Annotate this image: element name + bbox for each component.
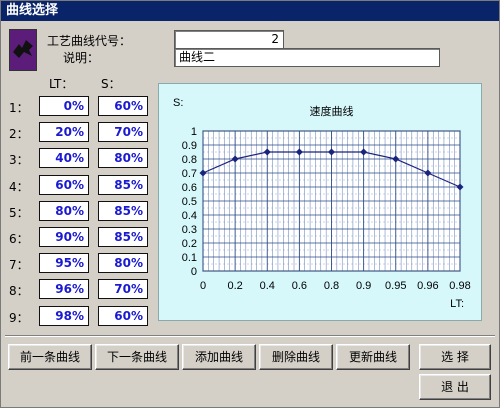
lt-value-field[interactable]: 96% — [39, 279, 89, 300]
row-index: 4： — [9, 179, 29, 194]
s-value-field[interactable]: 85% — [98, 227, 148, 247]
s-value-field[interactable]: 60% — [98, 305, 148, 326]
title-bar: 曲线选择 — [1, 1, 499, 21]
curve-code-label: 工艺曲线代号： — [47, 34, 132, 48]
y-tick-label: 0.6 — [182, 182, 197, 194]
lt-value-field[interactable]: 95% — [39, 253, 89, 274]
x-tick-label: 0.98 — [449, 280, 470, 292]
x-tick-label: 0.2 — [227, 280, 242, 292]
chart-svg: 0 0.1 0.2 0.3 0.4 0.5 0.6 0.7 0.8 0.9 1 0 0.2 0.4 0.6 0… — [173, 97, 471, 310]
x-tick-label: 0.8 — [324, 280, 339, 292]
app-icon — [9, 29, 37, 71]
row-index: 6： — [9, 232, 29, 246]
x-tick-label: 0 — [200, 280, 206, 292]
x-tick-label: 0.4 — [260, 280, 275, 292]
s-value-field[interactable]: 70% — [98, 279, 148, 300]
select-button[interactable]: 选 择 — [419, 344, 491, 370]
x-tick-label: 0.96 — [417, 280, 438, 292]
speed-curve-chart: 0 0.1 0.2 0.3 0.4 0.5 0.6 0.7 0.8 0.9 1 0 0.2 0.4 0.6 0… — [158, 83, 482, 321]
y-axis-label: S: — [173, 97, 183, 109]
lt-value-field[interactable]: 60% — [39, 174, 89, 195]
lt-value-field[interactable]: 98% — [39, 305, 89, 326]
curve-code-input[interactable]: 2 — [174, 30, 284, 49]
s-value-field[interactable]: 80% — [98, 148, 148, 169]
row-index: 5： — [9, 205, 29, 220]
s-value-field[interactable]: 60% — [98, 96, 148, 116]
row-index: 8： — [9, 284, 29, 299]
delete-curve-button[interactable]: 删除曲线 — [259, 344, 333, 370]
y-tick-label: 0.1 — [182, 252, 197, 264]
x-tick-label: 0.6 — [292, 280, 307, 292]
row-index: 1： — [9, 101, 29, 115]
s-value-field[interactable]: 70% — [98, 122, 148, 143]
lt-column-header: LT： — [49, 77, 74, 91]
y-tick-label: 0.7 — [182, 168, 197, 180]
s-column-header: S： — [101, 77, 121, 91]
exit-button[interactable]: 退 出 — [419, 374, 491, 400]
s-value-field[interactable]: 85% — [98, 174, 148, 195]
prev-curve-button[interactable]: 前一条曲线 — [8, 344, 92, 370]
y-tick-label: 0.4 — [182, 210, 197, 222]
row-index: 3： — [9, 153, 29, 168]
y-tick-label: 1 — [191, 126, 197, 138]
row-index: 7： — [9, 258, 29, 273]
x-tick-label: 0.95 — [385, 280, 406, 292]
curve-select-dialog: 曲线选择 工艺曲线代号： 2 说明： 曲线二 LT： S： 1： 0% 60% 2： 2… — [0, 0, 500, 408]
update-curve-button[interactable]: 更新曲线 — [336, 344, 410, 370]
lt-value-field[interactable]: 90% — [39, 227, 89, 247]
y-tick-label: 0.9 — [182, 140, 197, 152]
x-axis-label: LT: — [450, 298, 464, 310]
separator — [5, 335, 495, 337]
next-curve-button[interactable]: 下一条曲线 — [95, 344, 179, 370]
y-tick-label: 0.8 — [182, 154, 197, 166]
chart-title: 速度曲线 — [310, 104, 354, 118]
row-index: 2： — [9, 127, 29, 142]
lt-value-field[interactable]: 80% — [39, 200, 89, 221]
x-tick-label: 0.9 — [356, 280, 371, 292]
description-input[interactable]: 曲线二 — [174, 48, 440, 67]
y-tick-label: 0.5 — [182, 196, 197, 208]
lt-value-field[interactable]: 0% — [39, 96, 89, 116]
y-tick-label: 0 — [191, 266, 197, 278]
s-value-field[interactable]: 85% — [98, 200, 148, 221]
row-index: 9： — [9, 310, 29, 325]
s-value-field[interactable]: 80% — [98, 253, 148, 274]
lt-value-field[interactable]: 40% — [39, 148, 89, 169]
y-tick-label: 0.2 — [182, 238, 197, 250]
lt-value-field[interactable]: 20% — [39, 122, 89, 143]
add-curve-button[interactable]: 添加曲线 — [182, 344, 256, 370]
description-label: 说明： — [63, 51, 100, 65]
y-tick-label: 0.3 — [182, 224, 197, 236]
